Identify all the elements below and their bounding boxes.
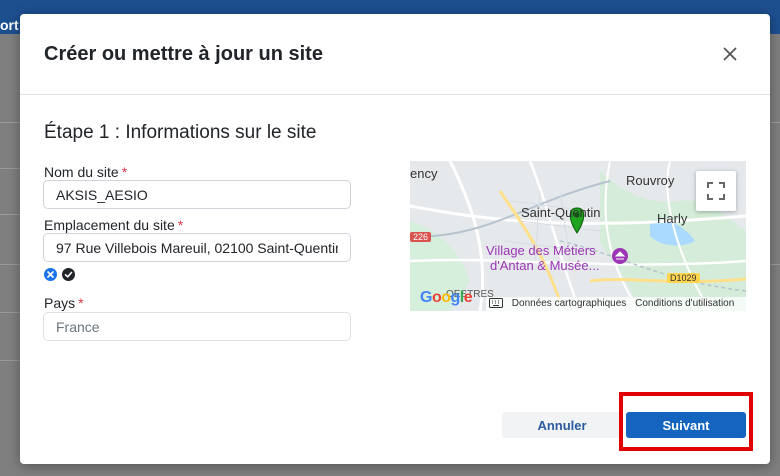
dialog-header: Créer ou mettre à jour un site xyxy=(20,14,770,95)
map-label-saint-quentin: Saint-Quentin xyxy=(521,205,601,220)
app-topbar-text: ort xyxy=(0,17,19,33)
bg-divider xyxy=(0,360,20,361)
bg-divider xyxy=(770,122,780,123)
map-label-rouvroy: Rouvroy xyxy=(626,173,675,188)
fullscreen-icon xyxy=(707,182,725,200)
map-poi-line2: d'Antan & Musée... xyxy=(490,258,600,273)
map-fullscreen-button[interactable] xyxy=(696,171,736,211)
cancel-button[interactable]: Annuler xyxy=(502,412,622,438)
google-logo: Google xyxy=(420,289,473,306)
location-input[interactable] xyxy=(43,233,351,262)
step-title: Étape 1 : Informations sur le site xyxy=(44,122,317,143)
bg-divider xyxy=(0,214,20,215)
country-label-text: Pays xyxy=(44,295,76,311)
required-mark: * xyxy=(121,164,128,180)
site-dialog: Créer ou mettre à jour un site Étape 1 :… xyxy=(20,14,770,464)
bg-divider xyxy=(0,122,20,123)
bg-divider xyxy=(0,312,20,313)
location-label-text: Emplacement du site xyxy=(44,217,175,233)
country-input xyxy=(43,312,351,341)
confirm-location-icon[interactable] xyxy=(62,268,75,281)
location-label: Emplacement du site * xyxy=(44,217,183,233)
next-button[interactable]: Suivant xyxy=(626,412,746,438)
location-map[interactable]: ency Rouvroy Saint-Quentin Harly Village… xyxy=(410,161,746,311)
site-name-label: Nom du site * xyxy=(44,164,127,180)
country-label: Pays * xyxy=(44,295,84,311)
map-road-badge-right: D1029 xyxy=(667,273,700,283)
close-button[interactable] xyxy=(718,42,742,66)
map-data-link[interactable]: Données cartographiques xyxy=(509,297,630,311)
bg-divider xyxy=(770,264,780,265)
dialog-title: Créer ou mettre à jour un site xyxy=(44,43,323,65)
map-label-harly: Harly xyxy=(657,211,688,226)
map-poi-line1: Village des Métiers xyxy=(486,243,596,258)
keyboard-shortcuts-icon[interactable] xyxy=(486,297,506,311)
site-name-label-text: Nom du site xyxy=(44,164,119,180)
required-mark: * xyxy=(177,217,184,233)
bg-divider xyxy=(0,168,20,169)
map-label-town: ency xyxy=(410,166,438,181)
bg-divider xyxy=(0,264,20,265)
map-footer: Données cartographiques Conditions d'uti… xyxy=(486,297,746,311)
map-terms-link[interactable]: Conditions d'utilisation xyxy=(632,297,737,311)
site-name-input[interactable] xyxy=(43,180,351,209)
required-mark: * xyxy=(78,295,84,311)
close-icon xyxy=(723,47,737,61)
map-road-badge-left: 226 xyxy=(410,232,432,242)
clear-location-icon[interactable] xyxy=(44,268,57,281)
